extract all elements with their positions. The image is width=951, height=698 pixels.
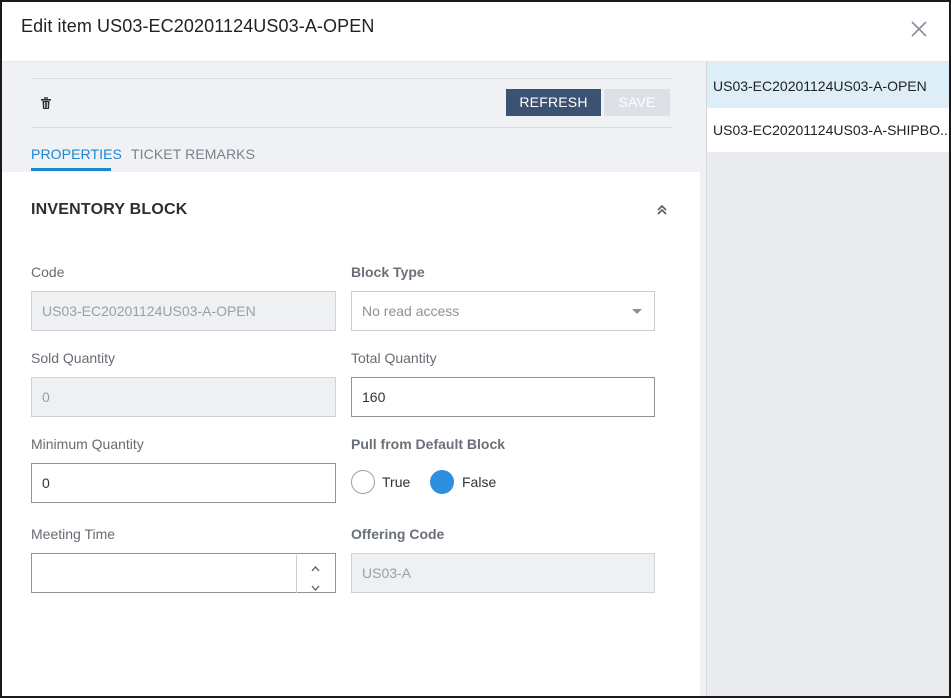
item-list-sidebar: US03-EC20201124US03-A-OPEN US03-EC202011… xyxy=(706,62,949,696)
edit-item-dialog: Edit item US03-EC20201124US03-A-OPEN REF… xyxy=(0,0,951,698)
radio-false-label: False xyxy=(462,474,497,490)
tab-properties[interactable]: PROPERTIES xyxy=(31,146,122,162)
offering-code-field[interactable]: US03-A xyxy=(351,553,655,593)
offering-code-label: Offering Code xyxy=(351,526,445,542)
total-quantity-field[interactable]: 160 xyxy=(351,377,655,417)
chevron-up-icon[interactable] xyxy=(297,555,334,574)
properties-panel: INVENTORY BLOCK Code US03-EC20201124US03… xyxy=(2,172,700,696)
minimum-quantity-label: Minimum Quantity xyxy=(31,436,144,452)
dropdown-arrow-icon xyxy=(632,309,642,314)
block-type-value: No read access xyxy=(362,303,460,319)
time-spinner xyxy=(296,555,334,593)
close-icon[interactable] xyxy=(907,17,931,41)
block-type-label: Block Type xyxy=(351,264,425,280)
chevron-down-icon[interactable] xyxy=(297,574,334,593)
sidebar-item-shipbo[interactable]: US03-EC20201124US03-A-SHIPBO... xyxy=(707,108,949,152)
sold-quantity-field[interactable]: 0 xyxy=(31,377,336,417)
main-area: REFRESH SAVE PROPERTIES TICKET REMARKS I… xyxy=(2,62,706,696)
chevron-double-up-icon[interactable] xyxy=(655,203,669,217)
active-tab-indicator xyxy=(31,168,111,171)
save-button[interactable]: SAVE xyxy=(604,89,670,116)
refresh-button[interactable]: REFRESH xyxy=(506,89,601,116)
toolbar-divider-top xyxy=(32,78,672,79)
trash-icon[interactable] xyxy=(40,96,54,112)
block-type-select[interactable]: No read access xyxy=(351,291,655,331)
sidebar-item-open[interactable]: US03-EC20201124US03-A-OPEN xyxy=(707,64,949,108)
section-title: INVENTORY BLOCK xyxy=(31,201,188,218)
radio-false[interactable] xyxy=(430,470,454,494)
tab-ticket-remarks[interactable]: TICKET REMARKS xyxy=(131,146,255,162)
toolbar-divider-bottom xyxy=(32,127,672,128)
radio-true-label: True xyxy=(382,474,411,490)
code-field[interactable]: US03-EC20201124US03-A-OPEN xyxy=(31,291,336,331)
total-quantity-label: Total Quantity xyxy=(351,350,437,366)
minimum-quantity-field[interactable]: 0 xyxy=(31,463,336,503)
meeting-time-value xyxy=(32,565,42,581)
sold-quantity-label: Sold Quantity xyxy=(31,350,116,366)
pull-default-label: Pull from Default Block xyxy=(351,436,506,452)
dialog-header: Edit item US03-EC20201124US03-A-OPEN xyxy=(2,2,949,62)
radio-true[interactable] xyxy=(351,470,375,494)
meeting-time-label: Meeting Time xyxy=(31,526,116,542)
code-label: Code xyxy=(31,264,65,280)
dialog-title: Edit item US03-EC20201124US03-A-OPEN xyxy=(21,16,375,36)
meeting-time-field[interactable] xyxy=(31,553,336,593)
